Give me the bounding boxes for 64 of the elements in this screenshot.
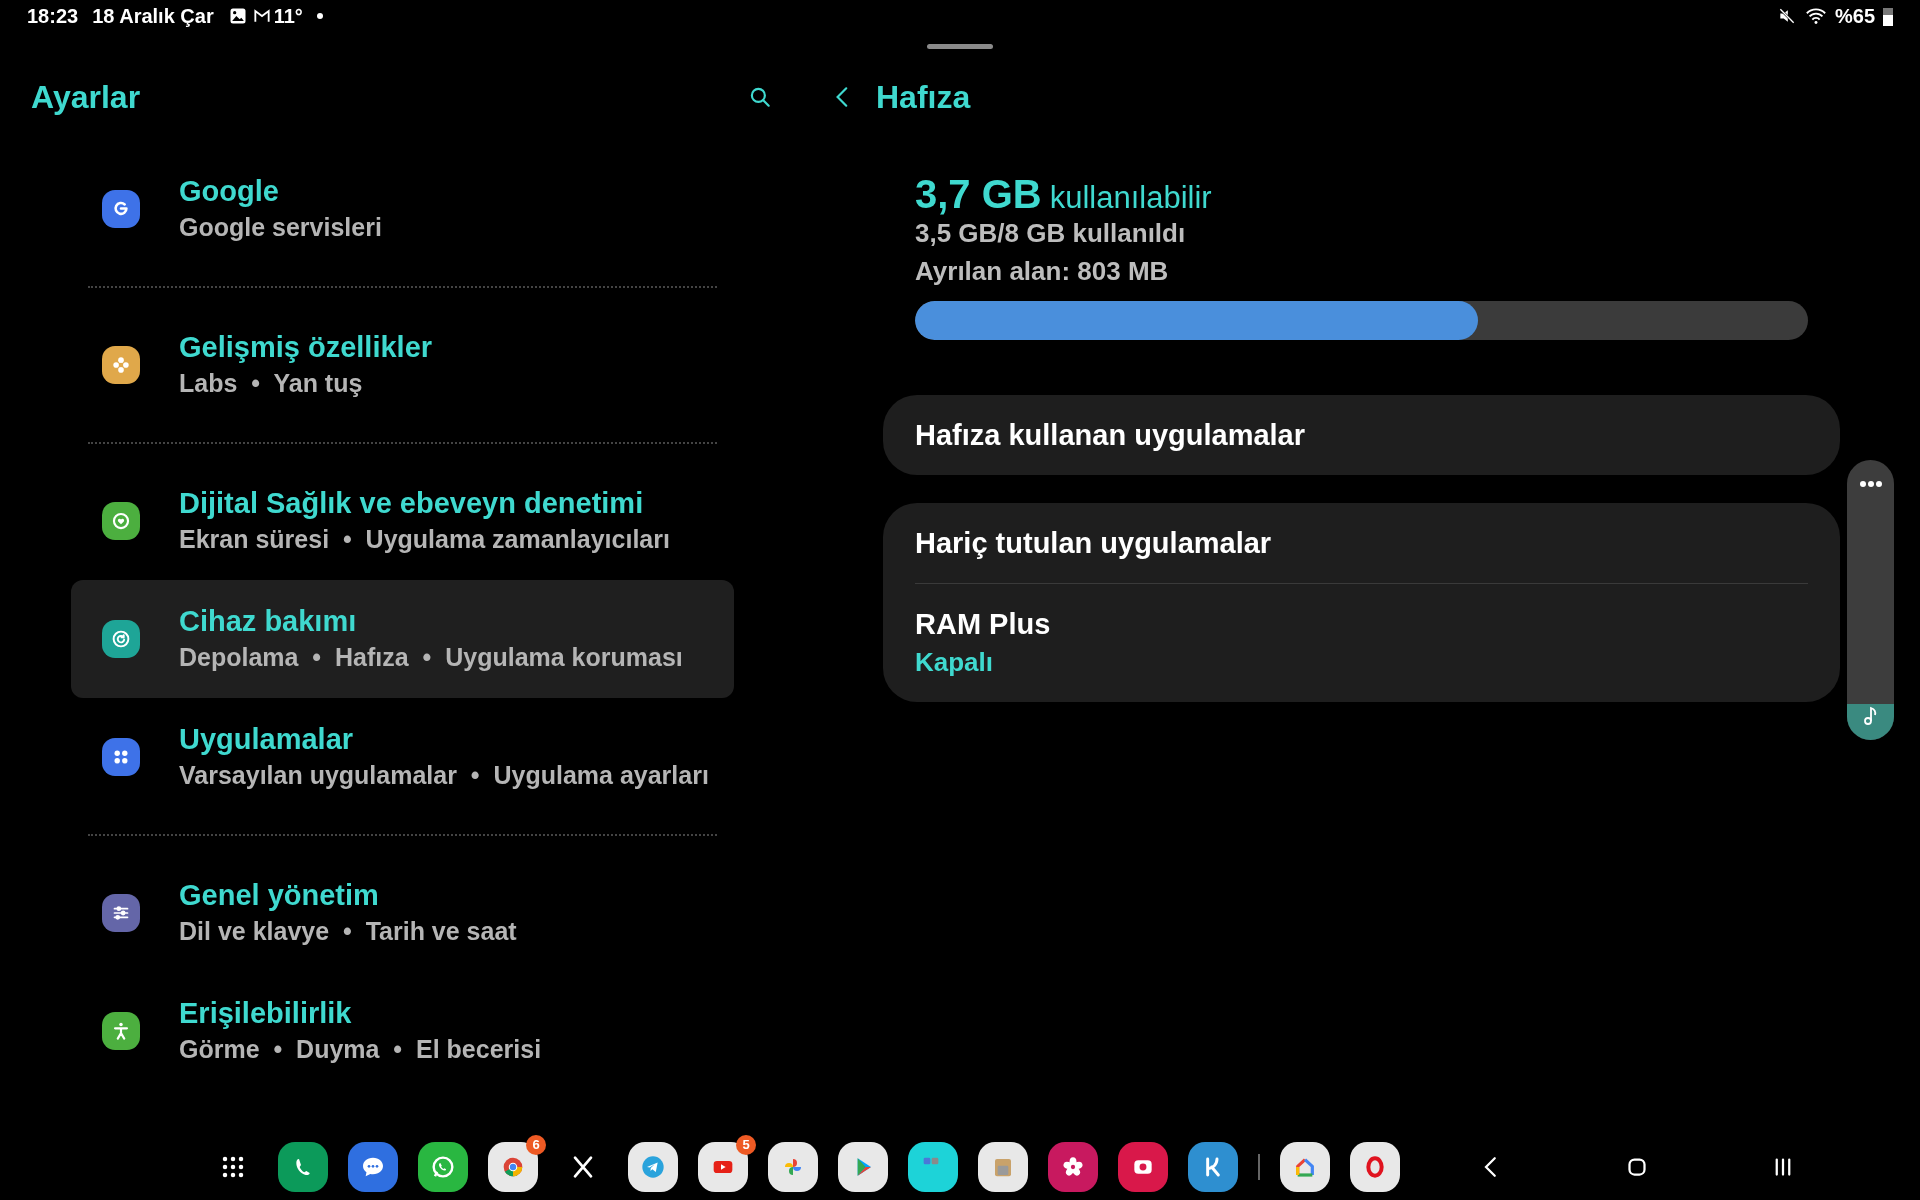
item-subtitle: Ekran süresi • Uygulama zamanlayıcıları	[179, 524, 670, 555]
notification-badge: 6	[526, 1135, 546, 1155]
chat-phone-app-icon[interactable]	[418, 1142, 468, 1192]
item-title: Cihaz bakımı	[179, 604, 358, 639]
paper-plane-app-icon[interactable]	[628, 1142, 678, 1192]
settings-row[interactable]: Hariç tutulan uygulamalar	[915, 503, 1808, 583]
page-title: Ayarlar	[31, 78, 141, 117]
phone-app-icon[interactable]	[278, 1142, 328, 1192]
row-title: RAM Plus	[915, 607, 1052, 642]
flower-app-icon[interactable]	[1048, 1142, 1098, 1192]
house-app-icon[interactable]	[1280, 1142, 1330, 1192]
settings-item[interactable]: Dijital Sağlık ve ebeveyn denetimi Ekran süresi • Uygulama zamanlayıcıları	[71, 462, 734, 580]
battery-percentage: %65	[1834, 4, 1875, 29]
row-title: Hariç tutulan uygulamalar	[915, 526, 1273, 561]
ring-app-icon[interactable]	[488, 1142, 538, 1192]
file-box-app-icon[interactable]	[978, 1142, 1028, 1192]
item-subtitle: Google servisleri	[179, 212, 382, 243]
item-subtitle: Görme • Duyma • El becerisi	[179, 1034, 542, 1065]
play-button-app-icon[interactable]	[698, 1142, 748, 1192]
camera-app-icon[interactable]	[1118, 1142, 1168, 1192]
item-title: Erişilebilirlik	[179, 996, 353, 1031]
triangle-app-icon[interactable]	[838, 1142, 888, 1192]
page-title: Hafıza	[876, 78, 971, 117]
settings-row[interactable]: Hafıza kullanan uygulamalar	[915, 395, 1808, 475]
row-title: Hafıza kullanan uygulamalar	[915, 418, 1306, 453]
more-icon	[1858, 480, 1883, 488]
settings-item[interactable]: Google Google servisleri	[71, 150, 734, 268]
settings-item[interactable]: Genel yönetim Dil ve klavye • Tarih ve saat	[71, 854, 734, 972]
temperature: 11°	[273, 4, 303, 29]
item-subtitle: Depolama • Hafıza • Uygulama koruması	[179, 642, 683, 673]
date: 18 Aralık Çar	[92, 4, 214, 29]
battery-icon	[1883, 6, 1893, 26]
notification-badge: 5	[736, 1135, 756, 1155]
available-amount: 3,7 GB	[915, 171, 1042, 218]
ring-logo-app-icon[interactable]	[1350, 1142, 1400, 1192]
settings-item[interactable]: Gelişmiş özellikler Labs • Yan tuş	[71, 306, 734, 424]
flower-icon	[102, 346, 140, 384]
person-icon	[102, 1012, 140, 1050]
settings-item[interactable]: Erişilebilirlik Görme • Duyma • El becerisi	[71, 972, 734, 1090]
chat-bubble-app-icon[interactable]	[348, 1142, 398, 1192]
drag-handle[interactable]	[927, 44, 993, 49]
pinwheel-app-icon[interactable]	[768, 1142, 818, 1192]
item-title: Uygulamalar	[179, 722, 355, 757]
g-logo-icon	[102, 190, 140, 228]
clock: 18:23	[27, 4, 79, 29]
k-logo-app-icon[interactable]	[1188, 1142, 1238, 1192]
available-label: kullanılabilir	[1049, 179, 1212, 217]
four-dots-icon	[102, 738, 140, 776]
item-title: Google	[179, 174, 280, 209]
reserved-memory: Ayrılan alan: 803 MB	[915, 255, 1170, 288]
item-subtitle: Labs • Yan tuş	[179, 368, 364, 399]
folder-app-icon[interactable]	[908, 1142, 958, 1192]
settings-item[interactable]: Cihaz bakımı Depolama • Hafıza • Uygulama koruması	[71, 580, 734, 698]
item-title: Dijital Sağlık ve ebeveyn denetimi	[179, 486, 645, 521]
settings-row[interactable]: RAM Plus Kapalı	[915, 584, 1808, 702]
settings-item[interactable]: Uygulamalar Varsayılan uygulamalar • Uygulama ayarları	[71, 698, 734, 816]
item-subtitle: Dil ve klavye • Tarih ve saat	[179, 916, 517, 947]
edge-panel-handle[interactable]	[1847, 460, 1894, 740]
sliders-icon	[102, 894, 140, 932]
item-subtitle: Varsayılan uygulamalar • Uygulama ayarları	[179, 760, 709, 791]
row-value: Kapalı	[915, 646, 995, 679]
used-memory: 3,5 GB/8 GB kullanıldı	[915, 217, 1187, 250]
item-title: Genel yönetim	[179, 878, 380, 913]
item-title: Gelişmiş özellikler	[179, 330, 433, 365]
